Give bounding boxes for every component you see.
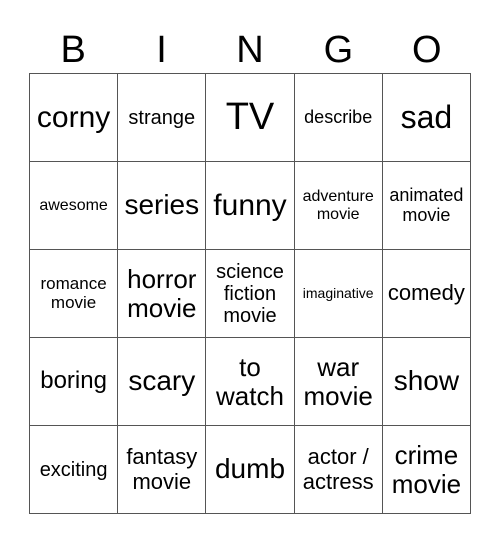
bingo-cell[interactable]: crime movie xyxy=(382,426,471,514)
bingo-cell[interactable]: imaginative xyxy=(294,250,383,338)
bingo-grid: corny strange TV describe sad awesome se… xyxy=(29,73,471,514)
header-letter-g: G xyxy=(323,29,354,71)
bingo-cell[interactable]: corny xyxy=(30,74,119,162)
bingo-cell[interactable]: TV xyxy=(206,74,295,162)
bingo-cell[interactable]: to watch xyxy=(206,338,295,426)
bingo-cell[interactable]: scary xyxy=(118,338,207,426)
bingo-cell[interactable]: strange xyxy=(118,74,207,162)
bingo-cell[interactable]: dumb xyxy=(206,426,295,514)
bingo-cell[interactable]: science fiction movie xyxy=(206,250,295,338)
bingo-cell[interactable]: animated movie xyxy=(382,162,471,250)
bingo-cell[interactable]: sad xyxy=(382,74,471,162)
bingo-cell[interactable]: describe xyxy=(294,74,383,162)
bingo-cell[interactable]: show xyxy=(382,338,471,426)
bingo-cell[interactable]: adventure movie xyxy=(294,162,383,250)
bingo-cell[interactable]: actor / actress xyxy=(294,426,383,514)
header-letter-o: O xyxy=(411,29,442,71)
bingo-cell[interactable]: war movie xyxy=(294,338,383,426)
bingo-cell[interactable]: horror movie xyxy=(118,250,207,338)
bingo-cell[interactable]: funny xyxy=(206,162,295,250)
bingo-cell[interactable]: romance movie xyxy=(30,250,119,338)
header-letter-b: B xyxy=(60,29,86,71)
bingo-cell[interactable]: series xyxy=(118,162,207,250)
bingo-cell[interactable]: fantasy movie xyxy=(118,426,207,514)
header-letter-n: N xyxy=(236,29,264,71)
header-letter-i: I xyxy=(156,29,167,71)
bingo-cell[interactable]: exciting xyxy=(30,426,119,514)
bingo-cell[interactable]: comedy xyxy=(382,250,471,338)
bingo-cell[interactable]: awesome xyxy=(30,162,119,250)
bingo-header: B I N G O xyxy=(29,28,471,73)
bingo-cell[interactable]: boring xyxy=(30,338,119,426)
